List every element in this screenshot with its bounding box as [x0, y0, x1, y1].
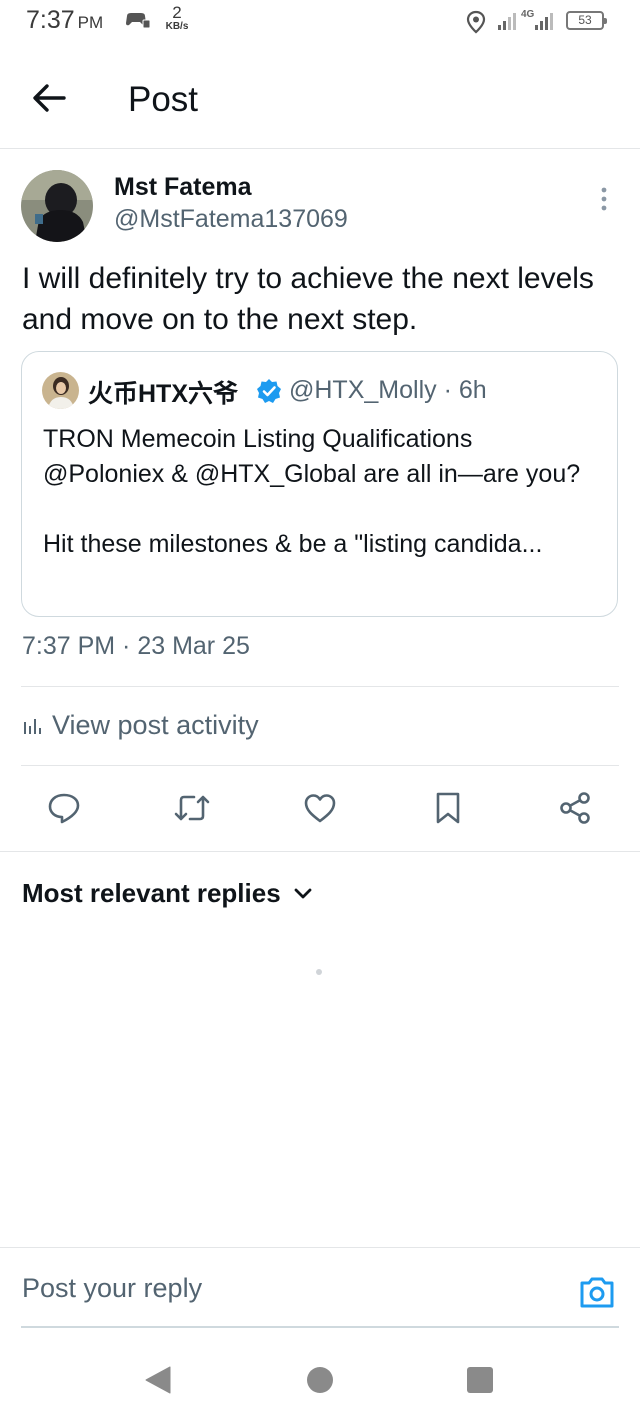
divider — [0, 851, 640, 852]
reply-button[interactable] — [44, 784, 84, 832]
reply-icon — [48, 793, 80, 824]
nav-home-icon[interactable] — [304, 1364, 336, 1396]
view-post-activity-link[interactable]: View post activity — [22, 710, 259, 741]
post-text: I will definitely try to achieve the nex… — [22, 262, 594, 336]
quoted-text: TRON Memecoin Listing Qualifications @Po… — [43, 425, 581, 558]
gamepad-icon — [126, 13, 150, 29]
speed-unit: KB/s — [165, 21, 189, 32]
speed-value: 2 — [172, 3, 182, 22]
quoted-author-avatar — [42, 372, 79, 409]
repost-button[interactable] — [172, 784, 212, 832]
system-navigation-bar — [0, 1336, 640, 1422]
network-speed: 2 KB/s — [162, 4, 192, 32]
retweet-icon — [174, 795, 210, 821]
more-options-icon[interactable] — [592, 184, 616, 214]
view-post-activity-label: View post activity — [52, 710, 259, 740]
author-name[interactable]: Mst Fatema — [114, 173, 252, 202]
post-actions-bar — [0, 784, 640, 834]
author-avatar[interactable] — [21, 170, 93, 242]
nav-back-icon[interactable] — [142, 1364, 174, 1396]
loading-indicator — [316, 969, 322, 975]
nav-recents-icon[interactable] — [464, 1364, 496, 1396]
battery-indicator: 53 — [566, 11, 607, 30]
like-button[interactable] — [300, 784, 340, 832]
status-bar: 7:37 PM 2 KB/s 4G 53 — [0, 0, 640, 44]
status-ampm: PM — [77, 13, 104, 32]
post-timestamp: 7:37 PM · 23 Mar 25 — [22, 632, 250, 660]
top-app-bar: Post — [0, 44, 640, 149]
divider — [21, 765, 619, 766]
quoted-author-name: 火币HTX六爷 — [88, 380, 239, 408]
divider — [21, 686, 619, 687]
camera-icon[interactable] — [578, 1274, 616, 1310]
replies-sort-label: Most relevant replies — [22, 878, 281, 908]
bookmark-button[interactable] — [428, 784, 468, 832]
quoted-post[interactable]: 火币HTX六爷 @HTX_Molly · 6h TRON Memecoin Li… — [21, 351, 618, 617]
reply-composer — [0, 1247, 640, 1329]
location-icon — [466, 10, 486, 34]
network-type: 4G — [521, 9, 535, 20]
author-handle[interactable]: @MstFatema137069 — [114, 205, 348, 234]
verified-badge-icon — [257, 379, 281, 403]
status-time: 7:37 PM — [26, 6, 104, 34]
chevron-down-icon — [294, 888, 312, 898]
share-icon — [560, 792, 590, 824]
replies-sort-dropdown[interactable]: Most relevant replies — [22, 878, 313, 909]
bookmark-icon — [436, 792, 460, 824]
analytics-icon — [24, 718, 41, 734]
page-title: Post — [128, 80, 199, 119]
reply-input-underline — [21, 1326, 619, 1328]
share-button[interactable] — [555, 784, 595, 832]
reply-input[interactable] — [22, 1266, 562, 1310]
back-arrow-icon[interactable] — [28, 80, 72, 116]
quoted-handle-time: @HTX_Molly · 6h — [289, 376, 487, 404]
like-icon — [304, 794, 336, 823]
